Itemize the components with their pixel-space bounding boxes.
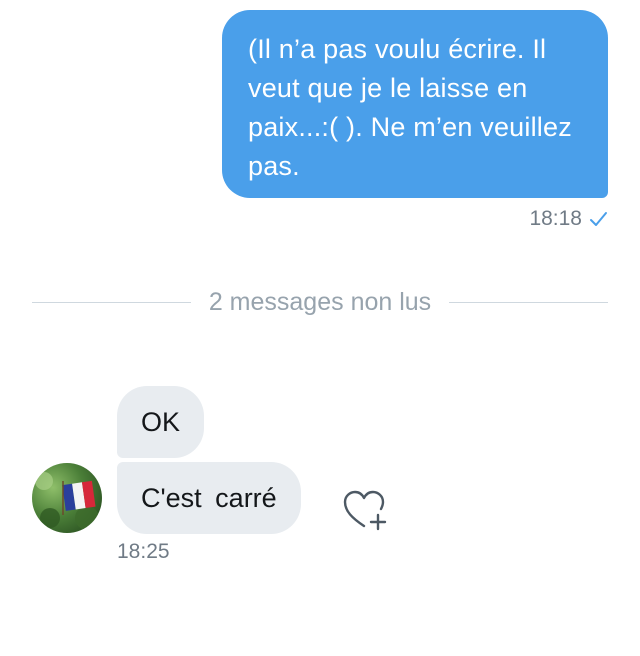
divider-line-left	[32, 301, 191, 303]
outgoing-message-meta: 18:18	[529, 204, 608, 234]
incoming-message-bubble[interactable]: C'est carré	[117, 462, 301, 534]
outgoing-message-time: 18:18	[529, 207, 582, 230]
avatar[interactable]	[32, 463, 102, 533]
incoming-message-time: 18:25	[117, 540, 170, 563]
outgoing-message-text: (Il n’a pas voulu écrire. Il veut que je…	[248, 34, 572, 181]
incoming-message-text: OK	[141, 407, 181, 437]
checkmark-icon	[588, 209, 608, 229]
incoming-message-bubble[interactable]: OK	[117, 386, 205, 458]
heart-plus-icon[interactable]	[342, 488, 390, 532]
divider-line-right	[449, 301, 609, 303]
chat-thread: (Il n’a pas voulu écrire. Il veut que je…	[0, 0, 640, 656]
unread-divider-label: 2 messages non lus	[208, 287, 432, 316]
outgoing-message-bubble[interactable]: (Il n’a pas voulu écrire. Il veut que je…	[222, 10, 608, 198]
avatar-image	[35, 472, 99, 530]
unread-divider: 2 messages non lus	[32, 282, 609, 322]
incoming-message-text: C'est carré	[141, 483, 277, 513]
